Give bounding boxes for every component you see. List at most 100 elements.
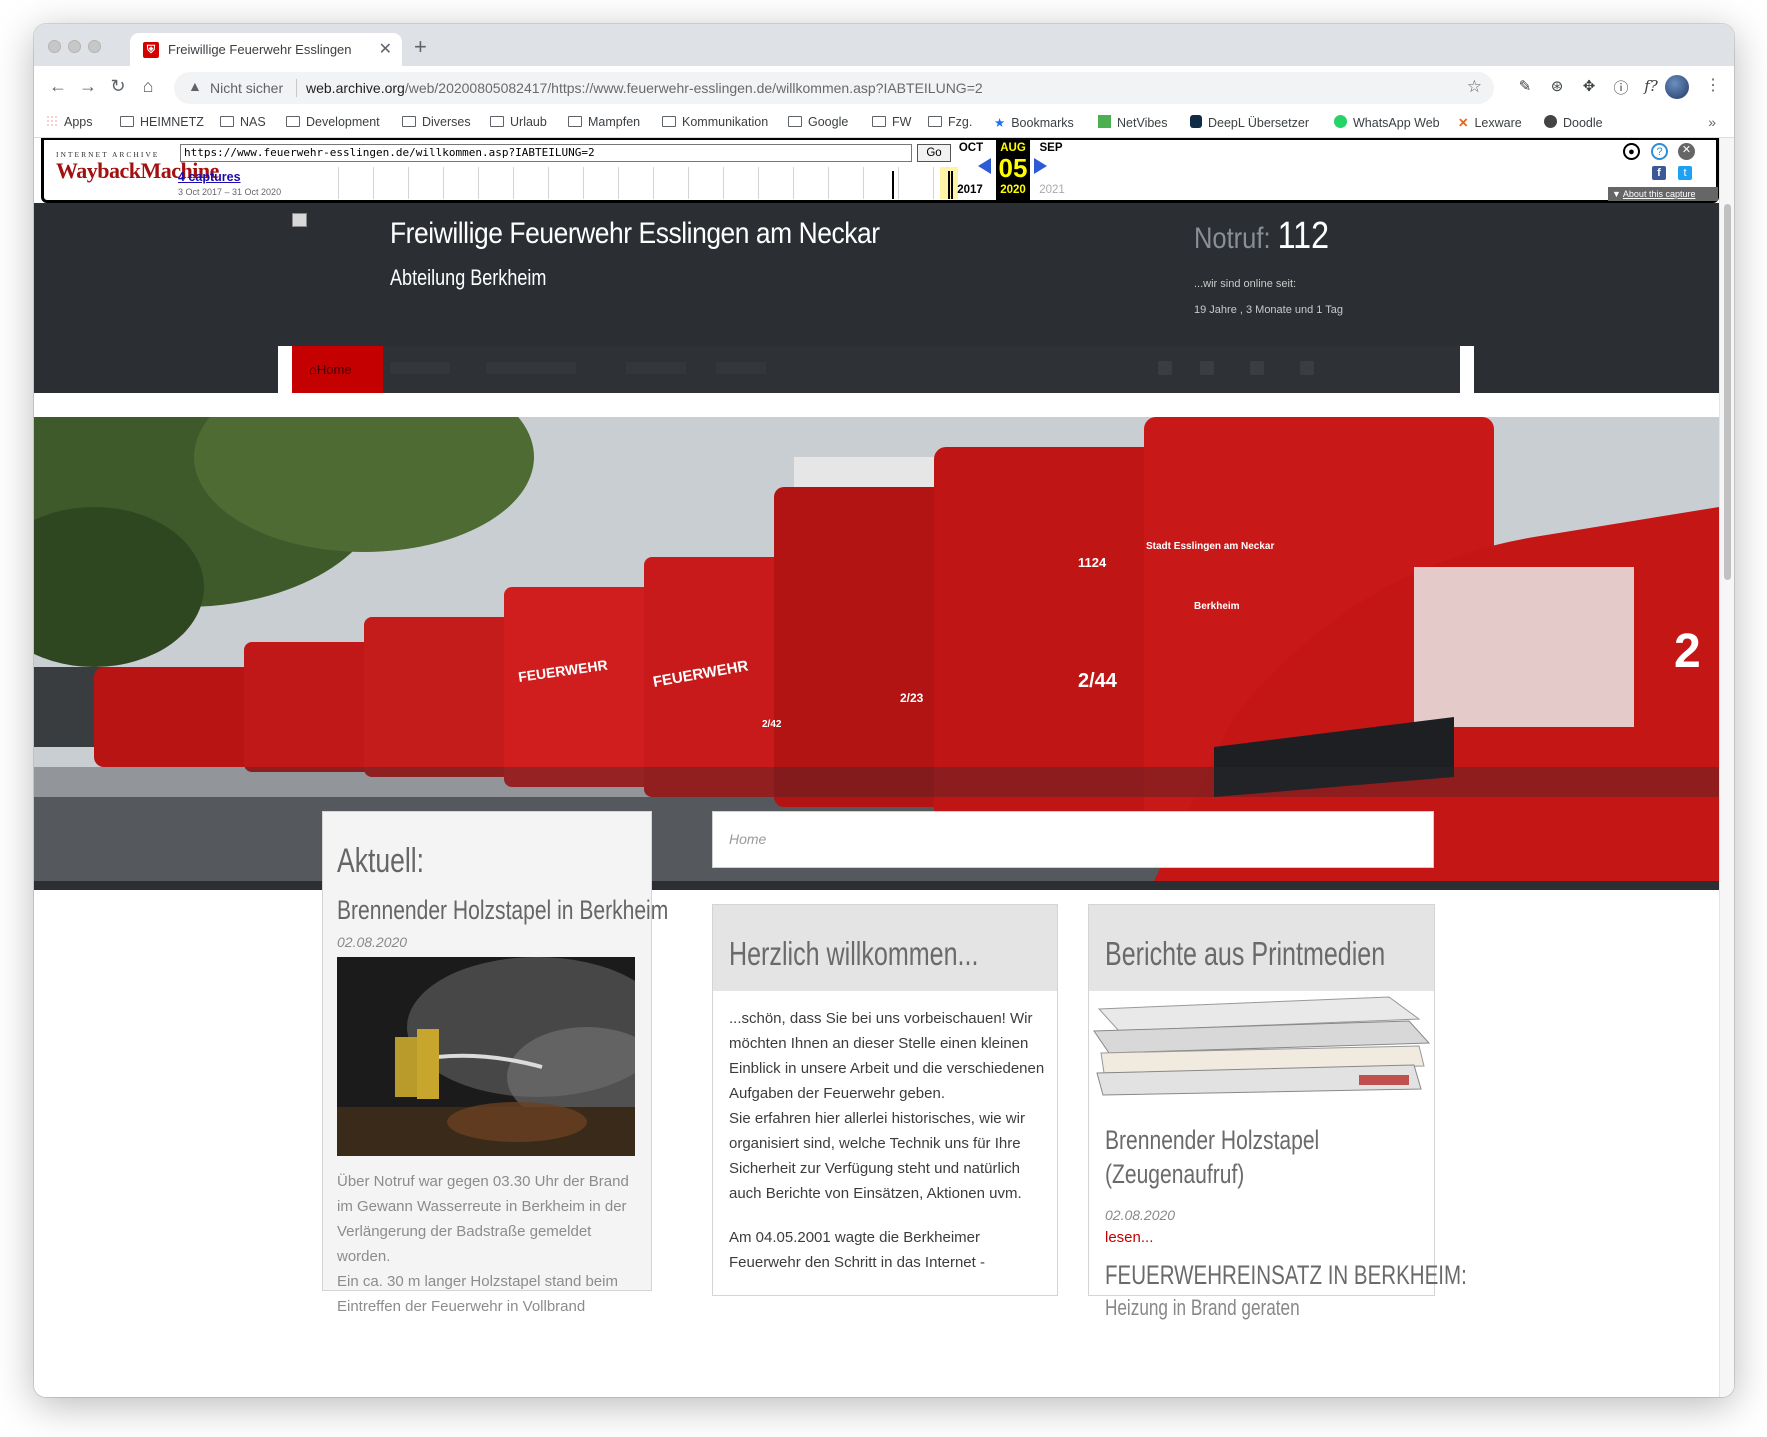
scrollbar-thumb[interactable] xyxy=(1724,204,1731,580)
bookmark-netvibes[interactable]: NetVibes xyxy=(1098,115,1168,130)
address-url[interactable]: web.archive.org/web/20200805082417/https… xyxy=(306,80,983,96)
nav-tool-icon[interactable] xyxy=(1200,361,1214,375)
bookmark-apps[interactable]: Apps xyxy=(46,115,93,129)
font-extension-icon[interactable]: f? xyxy=(1640,77,1662,95)
bookmark-kommunikation[interactable]: Kommunikation xyxy=(662,115,768,129)
bookmark-nas[interactable]: NAS xyxy=(220,115,266,129)
info-extension-icon[interactable]: ⓘ xyxy=(1610,77,1632,98)
firefighters-photo[interactable] xyxy=(337,957,635,1156)
window-zoom-control[interactable] xyxy=(88,40,101,53)
bookmark-deepl[interactable]: DeepL Übersetzer xyxy=(1190,115,1309,130)
site-title: Freiwillige Feuerwehr Esslingen am Necka… xyxy=(390,217,880,250)
main-navigation: ⌂Home xyxy=(278,346,1474,393)
nav-item[interactable] xyxy=(716,362,766,374)
breadcrumb-home-link[interactable]: Home xyxy=(729,831,766,847)
wayback-next-month[interactable]: SEP xyxy=(1034,142,1068,154)
address-bar[interactable]: ▲ Nicht sicher web.archive.org/web/20200… xyxy=(174,72,1494,104)
sidebar-article-date: 02.08.2020 xyxy=(337,934,408,950)
wayback-prev-year[interactable]: 2017 xyxy=(952,184,988,196)
reload-icon[interactable]: ↻ xyxy=(106,76,130,97)
truck-label: 2 xyxy=(1674,625,1701,678)
nav-home-link[interactable]: ⌂Home xyxy=(292,346,383,393)
page-scrollbar[interactable] xyxy=(1719,138,1734,1397)
folder-icon xyxy=(662,116,676,127)
globe-extension-icon[interactable]: ⊛ xyxy=(1546,77,1568,95)
twitter-icon[interactable]: t xyxy=(1678,166,1692,180)
broken-logo-image-icon xyxy=(292,213,307,227)
doodle-icon xyxy=(1544,115,1557,128)
nav-tool-icon[interactable] xyxy=(1158,361,1172,375)
report-title-1[interactable]: Brennender Holzstapel (Zeugenaufruf) xyxy=(1105,1123,1319,1191)
truck-label: 2/42 xyxy=(762,719,782,730)
url-path: /web/20200805082417/https://www.feuerweh… xyxy=(404,80,983,96)
wayback-url-input[interactable]: https://www.feuerwehr-esslingen.de/willk… xyxy=(180,144,912,162)
bookmark-diverses[interactable]: Diverses xyxy=(402,115,471,129)
home-icon[interactable]: ⌂ xyxy=(136,76,160,97)
window-minimize-control[interactable] xyxy=(68,40,81,53)
folder-icon xyxy=(872,116,886,127)
nav-edge-right xyxy=(1460,346,1474,393)
wayback-user-icon[interactable]: ● xyxy=(1623,143,1640,160)
window-close-control[interactable] xyxy=(48,40,61,53)
online-duration: 19 Jahre , 3 Monate und 1 Tag xyxy=(1194,304,1344,316)
bookmark-heimnetz[interactable]: HEIMNETZ xyxy=(120,115,204,129)
browser-menu-icon[interactable]: ⋮ xyxy=(1705,75,1721,95)
newspaper-illustration xyxy=(1089,991,1434,1099)
bookmark-lexware[interactable]: ✕ Lexware xyxy=(1458,115,1522,130)
browser-window: ⛨ Freiwillige Feuerwehr Esslingen ✕ + ← … xyxy=(34,24,1734,1397)
nav-tool-icon[interactable] xyxy=(1250,361,1264,375)
wayback-go-button[interactable]: Go xyxy=(917,144,951,162)
wayback-current-year: 2020 xyxy=(1000,184,1026,196)
sparkline-capture-bar[interactable] xyxy=(892,171,894,199)
facebook-icon[interactable]: f xyxy=(1652,166,1666,180)
pen-extension-icon[interactable]: ✎ xyxy=(1514,77,1536,95)
new-tab-button[interactable]: + xyxy=(414,34,427,60)
bookmark-urlaub[interactable]: Urlaub xyxy=(490,115,547,129)
bookmarks-overflow-icon[interactable]: » xyxy=(1708,114,1716,130)
emergency-number: Notruf: 112 xyxy=(1194,215,1330,257)
back-arrow-icon[interactable]: ← xyxy=(46,76,70,97)
bookmark-doodle[interactable]: Doodle xyxy=(1544,115,1603,130)
nav-tool-icon[interactable] xyxy=(1300,361,1314,375)
report-read-more-link[interactable]: lesen... xyxy=(1105,1229,1153,1246)
bookmark-google[interactable]: Google xyxy=(788,115,848,129)
wayback-prev-month[interactable]: OCT xyxy=(954,142,988,154)
sidebar-heading: Aktuell: xyxy=(337,842,424,880)
wayback-toolbar: INTERNET ARCHIVE WaybackMachine https://… xyxy=(41,138,1719,203)
apps-grid-icon xyxy=(46,115,58,127)
nav-item[interactable] xyxy=(390,362,450,374)
breadcrumb: Home xyxy=(712,811,1434,868)
bookmark-whatsapp[interactable]: WhatsApp Web xyxy=(1334,115,1440,130)
report-title-2[interactable]: FEUERWEHREINSATZ IN BERKHEIM: xyxy=(1105,1260,1467,1291)
tab-close-icon[interactable]: ✕ xyxy=(379,39,392,59)
address-divider xyxy=(296,79,297,97)
security-status[interactable]: Nicht sicher xyxy=(210,80,283,96)
move-extension-icon[interactable]: ✥ xyxy=(1578,77,1600,95)
nav-item[interactable] xyxy=(486,362,576,374)
wayback-sparkline[interactable] xyxy=(304,167,958,199)
wayback-prev-arrow-icon[interactable] xyxy=(978,158,991,174)
welcome-heading: Herzlich willkommen... xyxy=(729,935,979,972)
nav-item[interactable] xyxy=(626,362,686,374)
bookmark-development[interactable]: Development xyxy=(286,115,380,129)
wayback-date-range: 3 Oct 2017 – 31 Oct 2020 xyxy=(178,187,282,197)
bookmark-bookmarks[interactable]: ★ Bookmarks xyxy=(994,115,1074,130)
newspaper-stack-image xyxy=(1089,991,1434,1099)
bookmark-fzg[interactable]: Fzg. xyxy=(928,115,972,129)
sparkline-capture-bar[interactable] xyxy=(948,171,950,199)
forward-arrow-icon[interactable]: → xyxy=(76,76,100,97)
sidebar-article-title[interactable]: Brennender Holzstapel in Berkheim xyxy=(337,895,668,926)
bookmark-fw[interactable]: FW xyxy=(872,115,911,129)
bookmarks-bar: Apps HEIMNETZ NAS Development Diverses U… xyxy=(34,110,1734,138)
bookmark-mampfen[interactable]: Mampfen xyxy=(568,115,640,129)
truck-label: 2/23 xyxy=(900,691,924,705)
wayback-close-icon[interactable]: ✕ xyxy=(1678,143,1695,160)
wayback-about-capture[interactable]: ▼ About this capture xyxy=(1608,187,1718,201)
bookmark-star-icon[interactable]: ☆ xyxy=(1467,77,1482,97)
profile-avatar[interactable] xyxy=(1665,75,1689,99)
wayback-next-arrow-icon[interactable] xyxy=(1034,158,1047,174)
wayback-captures-link[interactable]: 4 captures xyxy=(178,170,241,184)
browser-tab-active[interactable]: ⛨ Freiwillige Feuerwehr Esslingen ✕ xyxy=(130,33,402,66)
wayback-help-icon[interactable]: ? xyxy=(1651,143,1668,160)
warning-triangle-icon: ▲ xyxy=(188,78,202,94)
